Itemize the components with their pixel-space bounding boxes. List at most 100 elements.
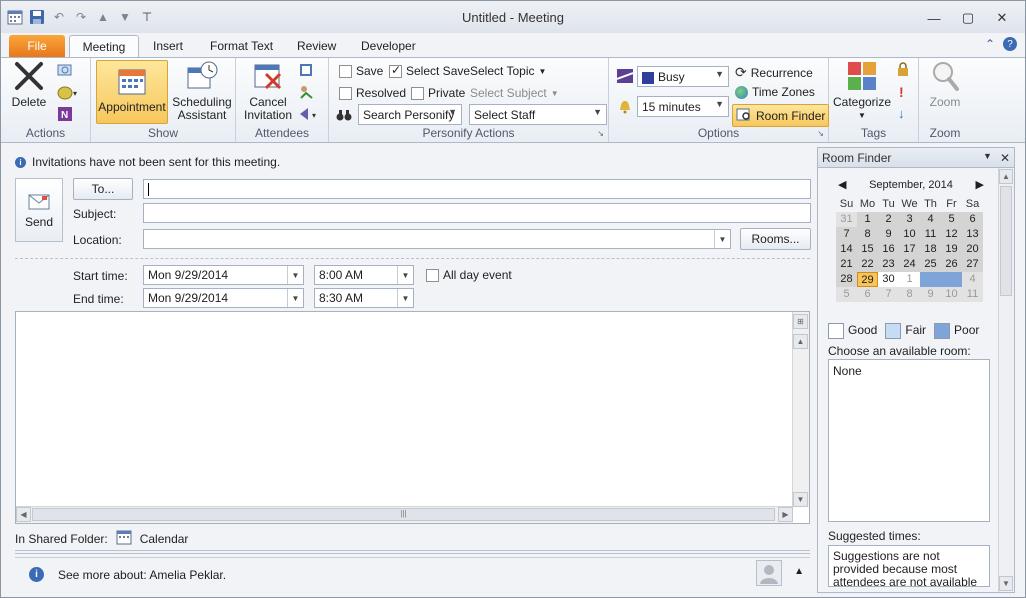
address-book-icon[interactable] [298, 62, 314, 78]
start-date-field[interactable]: Mon 9/29/2014 ▼ [143, 265, 304, 285]
calendar-day[interactable]: 16 [878, 242, 899, 257]
low-importance-icon[interactable]: ↓ [898, 106, 905, 121]
calendar-day[interactable]: 5 [836, 287, 857, 302]
calendar-day[interactable]: 11 [920, 227, 941, 242]
calendar-day[interactable]: 28 [836, 272, 857, 287]
calendar-day[interactable]: 3 [941, 272, 962, 287]
calendar-day[interactable]: 17 [899, 242, 920, 257]
reminder-dropdown[interactable]: 15 minutes ▼ [637, 96, 729, 117]
checkbox[interactable] [411, 86, 424, 100]
pane-scrollbar[interactable]: ▲ ▼ [998, 168, 1014, 592]
calendar-day[interactable]: 13 [962, 227, 983, 242]
categorize-button[interactable]: Categorize ▼ [833, 60, 891, 122]
calendar-day[interactable]: 7 [836, 227, 857, 242]
onenote-meeting-icon[interactable]: ▾ [57, 84, 79, 100]
chevron-down-icon[interactable]: ▼ [714, 230, 730, 248]
calendar-day[interactable]: 8 [899, 287, 920, 302]
onenote-icon[interactable]: N [57, 106, 73, 122]
to-field[interactable] [143, 179, 811, 199]
calendar-day[interactable]: 5 [941, 212, 962, 227]
appointment-button[interactable]: Appointment [96, 60, 168, 124]
private-checkbox[interactable]: Private [411, 86, 465, 100]
scroll-thumb[interactable]: ||| [32, 508, 775, 521]
calendar-day[interactable]: 22 [857, 257, 878, 272]
close-icon[interactable]: ✕ [985, 9, 1019, 27]
time-zones-button[interactable]: Time Zones [735, 85, 815, 99]
calendar-day[interactable]: 6 [857, 287, 878, 302]
end-date-field[interactable]: Mon 9/29/2014 ▼ [143, 288, 304, 308]
save-checkbox[interactable]: Save [339, 64, 383, 78]
calendar-day[interactable]: 19 [941, 242, 962, 257]
list-item[interactable]: None [833, 364, 985, 378]
chevron-down-icon[interactable]: ▼ [287, 266, 303, 284]
avatar[interactable] [756, 560, 782, 586]
close-pane-icon[interactable]: ✕ [1000, 151, 1010, 165]
calendar-day[interactable]: 10 [899, 227, 920, 242]
tab-review[interactable]: Review [285, 35, 348, 57]
tab-format-text[interactable]: Format Text [198, 35, 285, 57]
select-topic-dropdown[interactable]: Select Topic ▼ [470, 64, 546, 78]
checkbox[interactable] [389, 63, 402, 78]
calendar-day[interactable]: 31 [836, 212, 857, 227]
calendar-day[interactable]: 3 [899, 212, 920, 227]
calendar-day[interactable]: 2 [878, 212, 899, 227]
all-day-event-checkbox[interactable]: All day event [426, 268, 512, 282]
calendar-day[interactable]: 26 [941, 257, 962, 272]
scroll-down-icon[interactable]: ▼ [999, 576, 1013, 591]
start-time-field[interactable]: 8:00 AM ▼ [314, 265, 414, 285]
scroll-down-icon[interactable]: ▼ [793, 492, 808, 507]
checkbox[interactable] [339, 64, 352, 78]
rooms-button[interactable]: Rooms... [740, 228, 811, 250]
calendar-day[interactable]: 1 [857, 212, 878, 227]
dialog-launcher-icon[interactable]: ↘ [597, 129, 604, 138]
private-lock-icon[interactable] [897, 62, 909, 76]
people-pane-splitter[interactable] [15, 550, 810, 554]
pane-menu-icon[interactable]: ▼ [983, 151, 992, 165]
cancel-invitation-button[interactable]: Cancel Invitation [240, 60, 296, 122]
recurrence-button[interactable]: ⟳ Recurrence [735, 64, 813, 81]
to-button[interactable]: To... [73, 178, 133, 200]
calendar-day[interactable]: 18 [920, 242, 941, 257]
room-finder-button[interactable]: Room Finder [732, 104, 830, 127]
response-options-icon[interactable]: ▾ [298, 106, 320, 122]
scroll-up-icon[interactable]: ▲ [793, 334, 808, 349]
calendar-day[interactable]: 15 [857, 242, 878, 257]
calendar-day[interactable]: 12 [941, 227, 962, 242]
vertical-scrollbar[interactable]: ⊞ ▲ ▼ [792, 312, 809, 507]
scroll-thumb[interactable] [1000, 186, 1012, 296]
chevron-down-icon[interactable]: ▼ [397, 266, 413, 284]
calendar-day[interactable]: 7 [878, 287, 899, 302]
calendar-day[interactable]: 11 [962, 287, 983, 302]
calendar-day[interactable]: 27 [962, 257, 983, 272]
checkbox[interactable] [339, 86, 352, 100]
calendar-day[interactable]: 23 [878, 257, 899, 272]
calendar-day[interactable]: 10 [941, 287, 962, 302]
calendar-day[interactable]: 6 [962, 212, 983, 227]
tab-insert[interactable]: Insert [141, 35, 195, 57]
search-personify-dropdown[interactable]: Search Personify ▼ [358, 104, 462, 125]
calendar-day[interactable]: 8 [857, 227, 878, 242]
calendar-day[interactable]: 29 [857, 272, 878, 287]
delete-button[interactable]: Delete [9, 60, 49, 109]
horizontal-scrollbar[interactable]: ◀ ||| ▶ [16, 506, 793, 523]
dialog-launcher-icon[interactable]: ↘ [817, 129, 824, 138]
calendar-day[interactable]: 21 [836, 257, 857, 272]
subject-field[interactable] [143, 203, 811, 223]
calendar-day[interactable]: 9 [920, 287, 941, 302]
suggested-times-list[interactable]: Suggestions are not provided because mos… [828, 545, 990, 587]
calendar-day[interactable]: 4 [920, 212, 941, 227]
calendar-day[interactable]: 9 [878, 227, 899, 242]
check-names-icon[interactable] [298, 84, 314, 100]
show-as-dropdown[interactable]: Busy ▼ [637, 66, 729, 87]
calendar-day[interactable]: 24 [899, 257, 920, 272]
calendar-day[interactable]: 4 [962, 272, 983, 287]
calendar-day[interactable]: 20 [962, 242, 983, 257]
high-importance-icon[interactable]: ! [899, 84, 904, 100]
end-time-field[interactable]: 8:30 AM ▼ [314, 288, 414, 308]
tab-meeting[interactable]: Meeting [69, 35, 139, 57]
scroll-up-icon[interactable]: ▲ [999, 169, 1013, 184]
tab-file[interactable]: File [9, 35, 65, 57]
calendar-day[interactable]: 30 [878, 272, 899, 287]
meeting-body-editor[interactable]: ⊞ ▲ ▼ ◀ ||| ▶ [15, 311, 810, 524]
maximize-icon[interactable]: ▢ [951, 9, 985, 27]
